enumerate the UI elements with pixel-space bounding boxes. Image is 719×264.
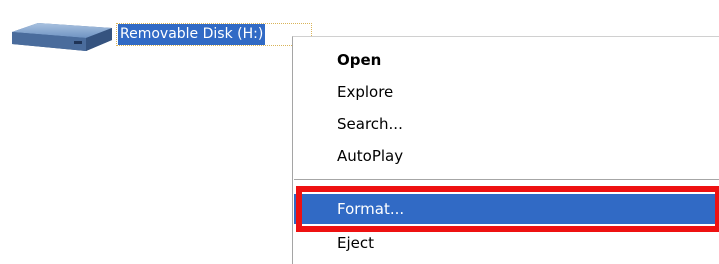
- menu-item-eject[interactable]: Eject: [294, 228, 719, 258]
- menu-item-autoplay[interactable]: AutoPlay: [294, 141, 719, 171]
- menu-item-format[interactable]: Format...: [294, 194, 719, 224]
- menu-item-search[interactable]: Search...: [294, 109, 719, 139]
- removable-disk-item[interactable]: Removable Disk (H:): [8, 10, 318, 51]
- menu-separator: [294, 179, 719, 180]
- menu-item-open[interactable]: Open: [294, 45, 719, 75]
- focus-rectangle: [116, 23, 312, 46]
- context-menu: Open Explore Search... AutoPlay Format..…: [292, 36, 719, 264]
- desktop-area: Removable Disk (H:) Open Explore Search.…: [0, 0, 719, 264]
- menu-item-explore[interactable]: Explore: [294, 77, 719, 107]
- removable-disk-icon[interactable]: [8, 20, 116, 54]
